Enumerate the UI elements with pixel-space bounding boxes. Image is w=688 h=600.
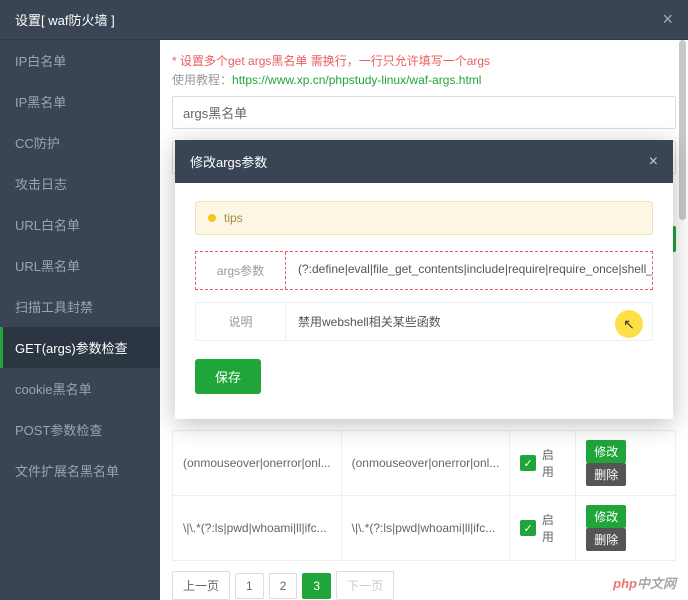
tips-bar: tips xyxy=(195,201,653,235)
close-icon[interactable]: × xyxy=(662,9,673,30)
sidebar-item-ip-whitelist[interactable]: IP白名单 xyxy=(0,40,160,81)
desc-label: 说明 xyxy=(196,303,286,340)
cursor-indicator: ↖ xyxy=(615,310,643,338)
action-cell: 修改 删除 xyxy=(576,431,676,496)
args-value-input[interactable]: (?:define|eval|file_get_contents|include… xyxy=(286,252,652,289)
sidebar-item-attack-log[interactable]: 攻击日志 xyxy=(0,163,160,204)
sidebar-item-cc[interactable]: CC防护 xyxy=(0,122,160,163)
pagination: 上一页 1 2 3 下一页 xyxy=(172,571,676,600)
rule-cell: (onmouseover|onerror|onl... xyxy=(173,431,342,496)
desc-value-input[interactable]: 禁用webshell相关某些函数 xyxy=(286,303,652,340)
rule-cell: (onmouseover|onerror|onl... xyxy=(341,431,510,496)
sidebar-item-cookie-blacklist[interactable]: cookie黑名单 xyxy=(0,368,160,409)
page-2-button[interactable]: 2 xyxy=(269,573,298,599)
next-page-button: 下一页 xyxy=(336,571,394,600)
tips-dot-icon xyxy=(208,214,216,222)
window-header: 设置[ waf防火墙 ] × xyxy=(0,0,688,40)
description-row: 说明 禁用webshell相关某些函数 xyxy=(195,302,653,341)
args-label: args参数 xyxy=(196,252,286,289)
tips-label: tips xyxy=(224,211,243,225)
info-tutorial: 使用教程：https://www.xp.cn/phpstudy-linux/wa… xyxy=(172,71,676,88)
status-cell: ✓启用 xyxy=(510,496,576,561)
watermark: php中文网 xyxy=(613,573,676,592)
sidebar-item-file-ext-blacklist[interactable]: 文件扩展名黑名单 xyxy=(0,450,160,491)
check-icon[interactable]: ✓ xyxy=(520,455,536,471)
check-icon[interactable]: ✓ xyxy=(520,520,536,536)
delete-button[interactable]: 删除 xyxy=(586,528,626,551)
edit-button[interactable]: 修改 xyxy=(586,505,626,528)
sidebar-item-get-args[interactable]: GET(args)参数检查 xyxy=(0,327,160,368)
info-warning: * 设置多个get args黑名单 需换行，一行只允许填写一个args xyxy=(172,52,676,69)
window-title: 设置[ waf防火墙 ] xyxy=(15,10,115,29)
sidebar-item-url-blacklist[interactable]: URL黑名单 xyxy=(0,245,160,286)
args-name-input[interactable] xyxy=(172,96,676,129)
sidebar-item-url-whitelist[interactable]: URL白名单 xyxy=(0,204,160,245)
modal-header: 修改args参数 × xyxy=(175,140,673,183)
tutorial-link[interactable]: https://www.xp.cn/phpstudy-linux/waf-arg… xyxy=(232,73,481,87)
action-cell: 修改 删除 xyxy=(576,496,676,561)
prev-page-button[interactable]: 上一页 xyxy=(172,571,230,600)
modal-close-icon[interactable]: × xyxy=(649,153,658,171)
scrollbar[interactable] xyxy=(679,40,686,220)
page-1-button[interactable]: 1 xyxy=(235,573,264,599)
page-3-button[interactable]: 3 xyxy=(302,573,331,599)
args-param-row: args参数 (?:define|eval|file_get_contents|… xyxy=(195,251,653,290)
delete-button[interactable]: 删除 xyxy=(586,463,626,486)
sidebar: IP白名单 IP黑名单 CC防护 攻击日志 URL白名单 URL黑名单 扫描工具… xyxy=(0,40,160,600)
modal-dialog: 修改args参数 × tips args参数 (?:define|eval|fi… xyxy=(175,140,673,419)
sidebar-item-post-check[interactable]: POST参数检查 xyxy=(0,409,160,450)
table-row: \|\.*(?:ls|pwd|whoami|ll|ifc... \|\.*(?:… xyxy=(173,496,676,561)
edit-button[interactable]: 修改 xyxy=(586,440,626,463)
save-button[interactable]: 保存 xyxy=(195,359,261,394)
table-row: (onmouseover|onerror|onl... (onmouseover… xyxy=(173,431,676,496)
sidebar-item-scan-block[interactable]: 扫描工具封禁 xyxy=(0,286,160,327)
sidebar-item-ip-blacklist[interactable]: IP黑名单 xyxy=(0,81,160,122)
rules-table: (onmouseover|onerror|onl... (onmouseover… xyxy=(172,430,676,561)
cursor-arrow-icon: ↖ xyxy=(623,316,635,333)
modal-title: 修改args参数 xyxy=(190,152,267,171)
rule-cell: \|\.*(?:ls|pwd|whoami|ll|ifc... xyxy=(341,496,510,561)
rule-cell: \|\.*(?:ls|pwd|whoami|ll|ifc... xyxy=(173,496,342,561)
status-cell: ✓启用 xyxy=(510,431,576,496)
